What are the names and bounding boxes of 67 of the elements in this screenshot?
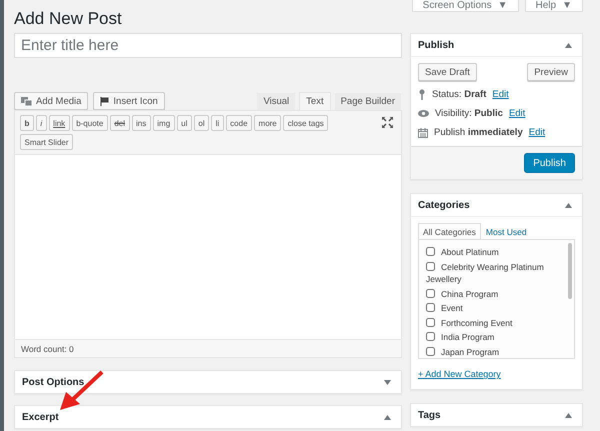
- media-button[interactable]: Add Media: [14, 92, 88, 110]
- category-item[interactable]: Japan Program: [426, 346, 562, 358]
- title-field[interactable]: Enter title here: [14, 33, 402, 58]
- caret-icon[interactable]: [384, 380, 391, 384]
- media-icon: [21, 96, 32, 106]
- add-category-link[interactable]: + Add New Category: [418, 369, 575, 379]
- box-title: Excerpt: [22, 412, 59, 422]
- pin-icon: [418, 89, 426, 100]
- quicktag-button[interactable]: code: [226, 115, 252, 131]
- quicktag-button[interactable]: i: [36, 115, 47, 131]
- category-item[interactable]: About Platinum: [426, 246, 562, 258]
- checkbox[interactable]: [426, 288, 435, 298]
- preview-button[interactable]: Preview: [527, 63, 575, 81]
- checkbox[interactable]: [426, 262, 435, 270]
- quicktag-button[interactable]: b-quote: [72, 115, 108, 131]
- checkbox[interactable]: [426, 332, 435, 341]
- checkbox[interactable]: [426, 318, 435, 326]
- quicktag-button[interactable]: link: [48, 115, 70, 131]
- quicktag-button[interactable]: ol: [194, 115, 210, 131]
- quicktag-button[interactable]: close tags: [283, 115, 328, 131]
- quicktag-button[interactable]: del: [110, 115, 130, 131]
- top-menu-button[interactable]: Screen Options ▼: [412, 0, 519, 12]
- category-tab[interactable]: Most Used: [480, 223, 532, 240]
- edit-link[interactable]: Edit: [528, 127, 546, 138]
- caret-icon[interactable]: [565, 412, 572, 418]
- flag-icon: [100, 96, 110, 106]
- category-item[interactable]: Celebrity Wearing Platinum Jewellery: [426, 260, 562, 286]
- box-title: Publish: [418, 40, 454, 50]
- word-count: Word count: 0: [15, 339, 401, 357]
- caret-icon[interactable]: [565, 202, 572, 208]
- editor-tab[interactable]: Page Builder: [334, 92, 402, 110]
- publish-setting: Publish immediately: [434, 127, 523, 138]
- category-item[interactable]: China Program: [426, 288, 562, 300]
- media-button[interactable]: Insert Icon: [93, 92, 165, 110]
- box-title: Categories: [418, 200, 470, 210]
- caret-icon[interactable]: [384, 414, 391, 420]
- box-title: Tags: [418, 410, 441, 420]
- calendar-icon: [418, 128, 428, 138]
- checkbox[interactable]: [426, 346, 435, 356]
- category-item[interactable]: Forthcoming Event: [426, 316, 562, 329]
- quicktag-button[interactable]: img: [152, 115, 175, 131]
- eye-icon: [418, 110, 429, 117]
- checkbox[interactable]: [426, 303, 435, 312]
- quicktag-button[interactable]: Smart Slider: [20, 134, 74, 150]
- publish-button[interactable]: Publish: [524, 153, 575, 173]
- scrollbar[interactable]: [568, 243, 572, 299]
- quicktag-button[interactable]: more: [254, 115, 282, 131]
- quicktag-button[interactable]: ul: [176, 115, 192, 131]
- category-item[interactable]: India Program: [426, 331, 562, 344]
- editor-tab[interactable]: Text: [299, 92, 331, 110]
- quicktag-button[interactable]: li: [211, 115, 224, 131]
- category-item[interactable]: Event: [426, 302, 562, 314]
- save-draft-button[interactable]: Save Draft: [418, 63, 477, 81]
- checkbox[interactable]: [426, 247, 435, 256]
- page-title: Add New Post: [14, 12, 123, 29]
- publish-setting: Status: Draft: [432, 89, 486, 100]
- quicktag-button[interactable]: b: [20, 115, 34, 131]
- publish-setting: Visibility: Public: [435, 108, 503, 119]
- editor-tab[interactable]: Visual: [256, 92, 296, 110]
- top-menu-button[interactable]: Help ▼: [524, 0, 583, 12]
- caret-icon[interactable]: [565, 42, 572, 48]
- quicktag-button[interactable]: ins: [132, 115, 151, 131]
- fullscreen-icon[interactable]: [382, 117, 393, 128]
- category-tab[interactable]: All Categories: [418, 223, 481, 240]
- edit-link[interactable]: Edit: [492, 89, 509, 100]
- box-title: Post Options: [22, 376, 84, 388]
- edit-link[interactable]: Edit: [508, 108, 526, 119]
